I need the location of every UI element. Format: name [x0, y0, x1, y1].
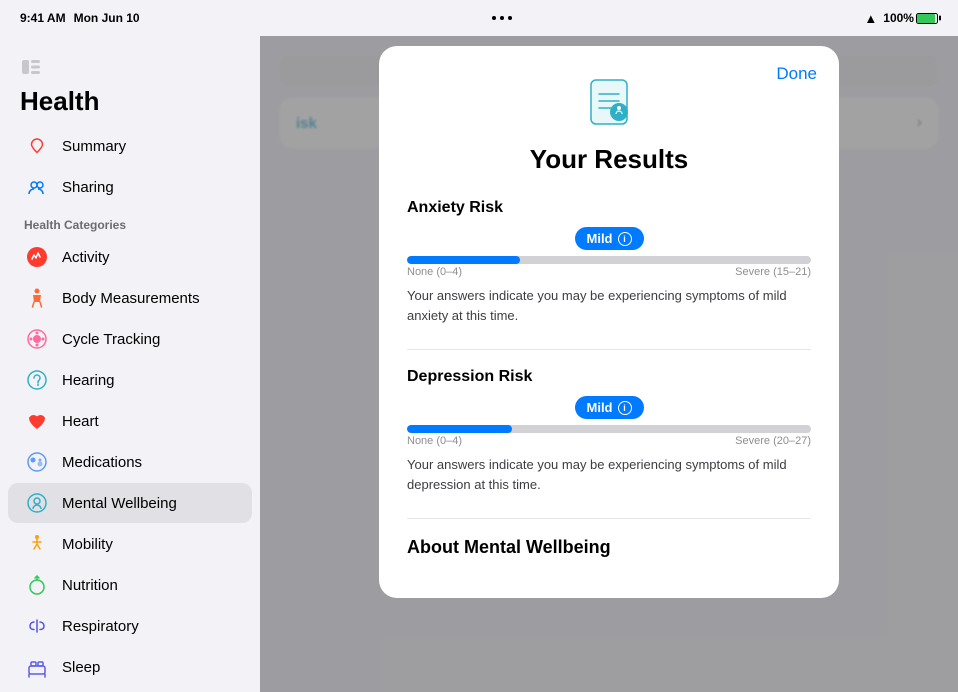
anxiety-description: Your answers indicate you may be experie… — [407, 286, 811, 325]
battery-fill — [917, 14, 935, 23]
mobility-label: Mobility — [62, 536, 113, 553]
modal-title: Your Results — [407, 144, 811, 175]
cycle-icon — [24, 326, 50, 352]
done-button[interactable]: Done — [776, 64, 817, 84]
sidebar-item-summary[interactable]: Summary — [8, 126, 252, 166]
sidebar-item-respiratory[interactable]: Respiratory — [8, 606, 252, 646]
sidebar-item-mental-wellbeing[interactable]: Mental Wellbeing — [8, 483, 252, 523]
battery-bar — [916, 13, 938, 24]
sidebar-header — [0, 48, 260, 82]
depression-badge-label: Mild — [587, 400, 613, 415]
section-divider — [407, 349, 811, 350]
anxiety-section: Anxiety Risk Mild i N — [407, 199, 811, 325]
anxiety-label-left: None (0–4) — [407, 266, 462, 278]
mental-wellbeing-icon — [24, 490, 50, 516]
sidebar-item-nutrition[interactable]: Nutrition — [8, 565, 252, 605]
sidebar-item-heart[interactable]: Heart — [8, 401, 252, 441]
respiratory-label: Respiratory — [62, 618, 139, 635]
heart-label: Heart — [62, 413, 99, 430]
anxiety-progress-fill — [407, 256, 520, 264]
medications-icon — [24, 449, 50, 475]
battery: 100% — [883, 11, 938, 25]
depression-progress-labels: None (0–4) Severe (20–27) — [407, 435, 811, 447]
status-bar-right: ▲ 100% — [864, 11, 938, 26]
depression-label-left: None (0–4) — [407, 435, 462, 447]
categories-section-label: Health Categories — [0, 208, 260, 236]
about-section: About Mental Wellbeing — [407, 537, 811, 558]
about-title: About Mental Wellbeing — [407, 537, 811, 558]
status-bar-center — [492, 16, 512, 20]
anxiety-progress-labels: None (0–4) Severe (15–21) — [407, 266, 811, 278]
status-bar-left: 9:41 AM Mon Jun 10 — [20, 11, 140, 25]
battery-percent: 100% — [883, 11, 914, 25]
sidebar-item-body-measurements[interactable]: Body Measurements — [8, 278, 252, 318]
depression-info-icon[interactable]: i — [618, 401, 632, 415]
modal-icon-container — [407, 74, 811, 130]
sharing-label: Sharing — [62, 179, 114, 196]
sleep-icon — [24, 654, 50, 680]
depression-label-right: Severe (20–27) — [735, 435, 811, 447]
anxiety-title: Anxiety Risk — [407, 199, 811, 217]
depression-badge: Mild i — [575, 396, 644, 419]
wifi-icon: ▲ — [864, 11, 877, 26]
sidebar-item-mobility[interactable]: Mobility — [8, 524, 252, 564]
nutrition-label: Nutrition — [62, 577, 118, 594]
mental-wellbeing-label: Mental Wellbeing — [62, 495, 177, 512]
depression-progress-container: None (0–4) Severe (20–27) — [407, 425, 811, 447]
anxiety-badge: Mild i — [575, 227, 644, 250]
cycle-label: Cycle Tracking — [62, 331, 160, 348]
app-title: Health — [0, 82, 260, 125]
sidebar: Health Summary — [0, 36, 260, 692]
hearing-label: Hearing — [62, 372, 115, 389]
sidebar-item-medications[interactable]: Medications — [8, 442, 252, 482]
sidebar-toggle-icon[interactable] — [20, 56, 42, 78]
activity-label: Activity — [62, 249, 110, 266]
modal-overlay: Done Your Results — [260, 36, 958, 692]
anxiety-progress-container: None (0–4) Severe (15–21) — [407, 256, 811, 278]
dot2 — [500, 16, 504, 20]
nutrition-icon — [24, 572, 50, 598]
anxiety-info-icon[interactable]: i — [618, 232, 632, 246]
main-content: isk May 12 › Done — [260, 36, 958, 692]
respiratory-icon — [24, 613, 50, 639]
sharing-icon — [24, 174, 50, 200]
status-time: 9:41 AM — [20, 11, 66, 25]
status-bar: 9:41 AM Mon Jun 10 ▲ 100% — [0, 0, 958, 36]
dot3 — [508, 16, 512, 20]
medications-label: Medications — [62, 454, 142, 471]
about-divider — [407, 518, 811, 519]
ipad-frame: 9:41 AM Mon Jun 10 ▲ 100% — [0, 0, 958, 692]
depression-section: Depression Risk Mild i — [407, 368, 811, 494]
sleep-label: Sleep — [62, 659, 100, 676]
depression-badge-row: Mild i — [407, 396, 811, 419]
activity-icon — [24, 244, 50, 270]
depression-title: Depression Risk — [407, 368, 811, 386]
mobility-icon — [24, 531, 50, 557]
depression-progress-fill — [407, 425, 512, 433]
summary-label: Summary — [62, 138, 126, 155]
sidebar-item-sharing[interactable]: Sharing — [8, 167, 252, 207]
anxiety-progress-track — [407, 256, 811, 264]
depression-progress-track — [407, 425, 811, 433]
hearing-icon — [24, 367, 50, 393]
heart-icon — [24, 408, 50, 434]
status-date: Mon Jun 10 — [74, 11, 140, 25]
body-icon — [24, 285, 50, 311]
body-label: Body Measurements — [62, 290, 200, 307]
anxiety-badge-row: Mild i — [407, 227, 811, 250]
sidebar-item-sleep[interactable]: Sleep — [8, 647, 252, 687]
mental-wellbeing-modal-icon — [581, 74, 637, 130]
sidebar-item-symptoms[interactable]: Symptoms — [8, 688, 252, 692]
dot1 — [492, 16, 496, 20]
anxiety-badge-label: Mild — [587, 231, 613, 246]
app-container: Health Summary — [0, 36, 958, 692]
sidebar-item-cycle-tracking[interactable]: Cycle Tracking — [8, 319, 252, 359]
sidebar-item-activity[interactable]: Activity — [8, 237, 252, 277]
summary-icon — [24, 133, 50, 159]
anxiety-label-right: Severe (15–21) — [735, 266, 811, 278]
results-modal: Done Your Results — [379, 46, 839, 598]
depression-description: Your answers indicate you may be experie… — [407, 455, 811, 494]
sidebar-item-hearing[interactable]: Hearing — [8, 360, 252, 400]
